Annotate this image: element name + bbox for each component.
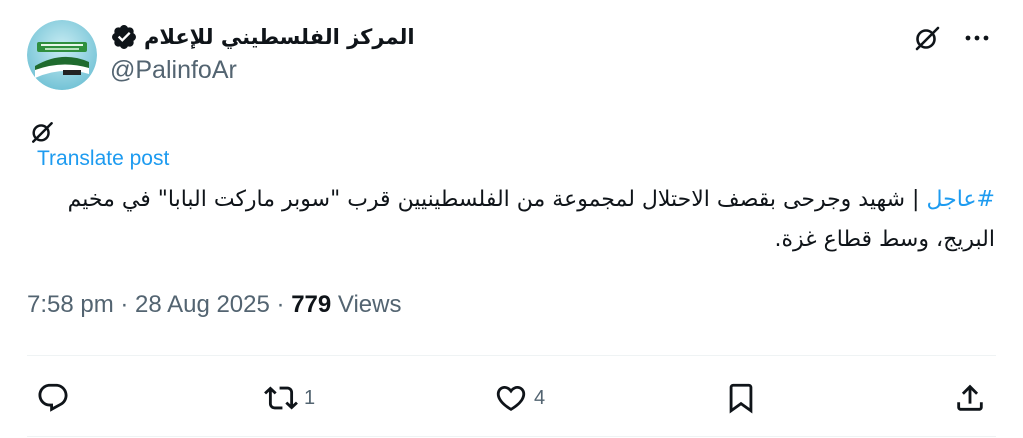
bookmark-icon xyxy=(729,383,753,414)
reply-icon xyxy=(38,383,68,412)
tweet-date[interactable]: 28 Aug 2025 xyxy=(135,291,270,318)
translate-post-link[interactable]: Translate post xyxy=(37,147,169,171)
like-count: 4 xyxy=(534,386,546,409)
author-name-row[interactable]: المركز الفلسطيني للإعلام xyxy=(110,22,415,52)
top-right-icons xyxy=(911,22,993,54)
bookmark-button[interactable] xyxy=(724,375,758,421)
action-bar: 1 4 xyxy=(0,375,1023,421)
hashtag-link[interactable]: #عاجل xyxy=(926,187,995,212)
author-handle[interactable]: @PalinfoAr xyxy=(110,56,237,85)
more-icon[interactable] xyxy=(961,22,993,54)
author-display-name[interactable]: المركز الفلسطيني للإعلام xyxy=(144,25,415,49)
reply-button[interactable] xyxy=(36,375,76,421)
like-button[interactable]: 4 xyxy=(494,375,545,421)
views-count[interactable]: 779 xyxy=(291,291,331,318)
tweet-text: #عاجل | شهيد وجرحى بقصف الاحتلال لمجموعة… xyxy=(40,180,995,260)
tweet-time[interactable]: 7:58 pm xyxy=(27,291,114,318)
divider xyxy=(27,355,996,356)
like-icon xyxy=(496,385,526,411)
repost-icon xyxy=(264,386,298,410)
share-icon xyxy=(957,384,983,411)
verified-badge-icon xyxy=(112,25,136,49)
views-label[interactable]: Views xyxy=(331,291,402,318)
avatar[interactable] xyxy=(27,20,97,90)
share-button[interactable] xyxy=(953,375,987,421)
repost-count: 1 xyxy=(304,386,316,409)
divider xyxy=(27,436,996,437)
tweet-body: | شهيد وجرحى بقصف الاحتلال لمجموعة من ال… xyxy=(67,187,995,252)
grok-icon[interactable] xyxy=(28,118,56,146)
grok-icon[interactable] xyxy=(911,22,943,54)
repost-button[interactable]: 1 xyxy=(264,375,315,421)
tweet-meta: 7:58 pm · 28 Aug 2025 · 779 Views xyxy=(27,291,402,318)
